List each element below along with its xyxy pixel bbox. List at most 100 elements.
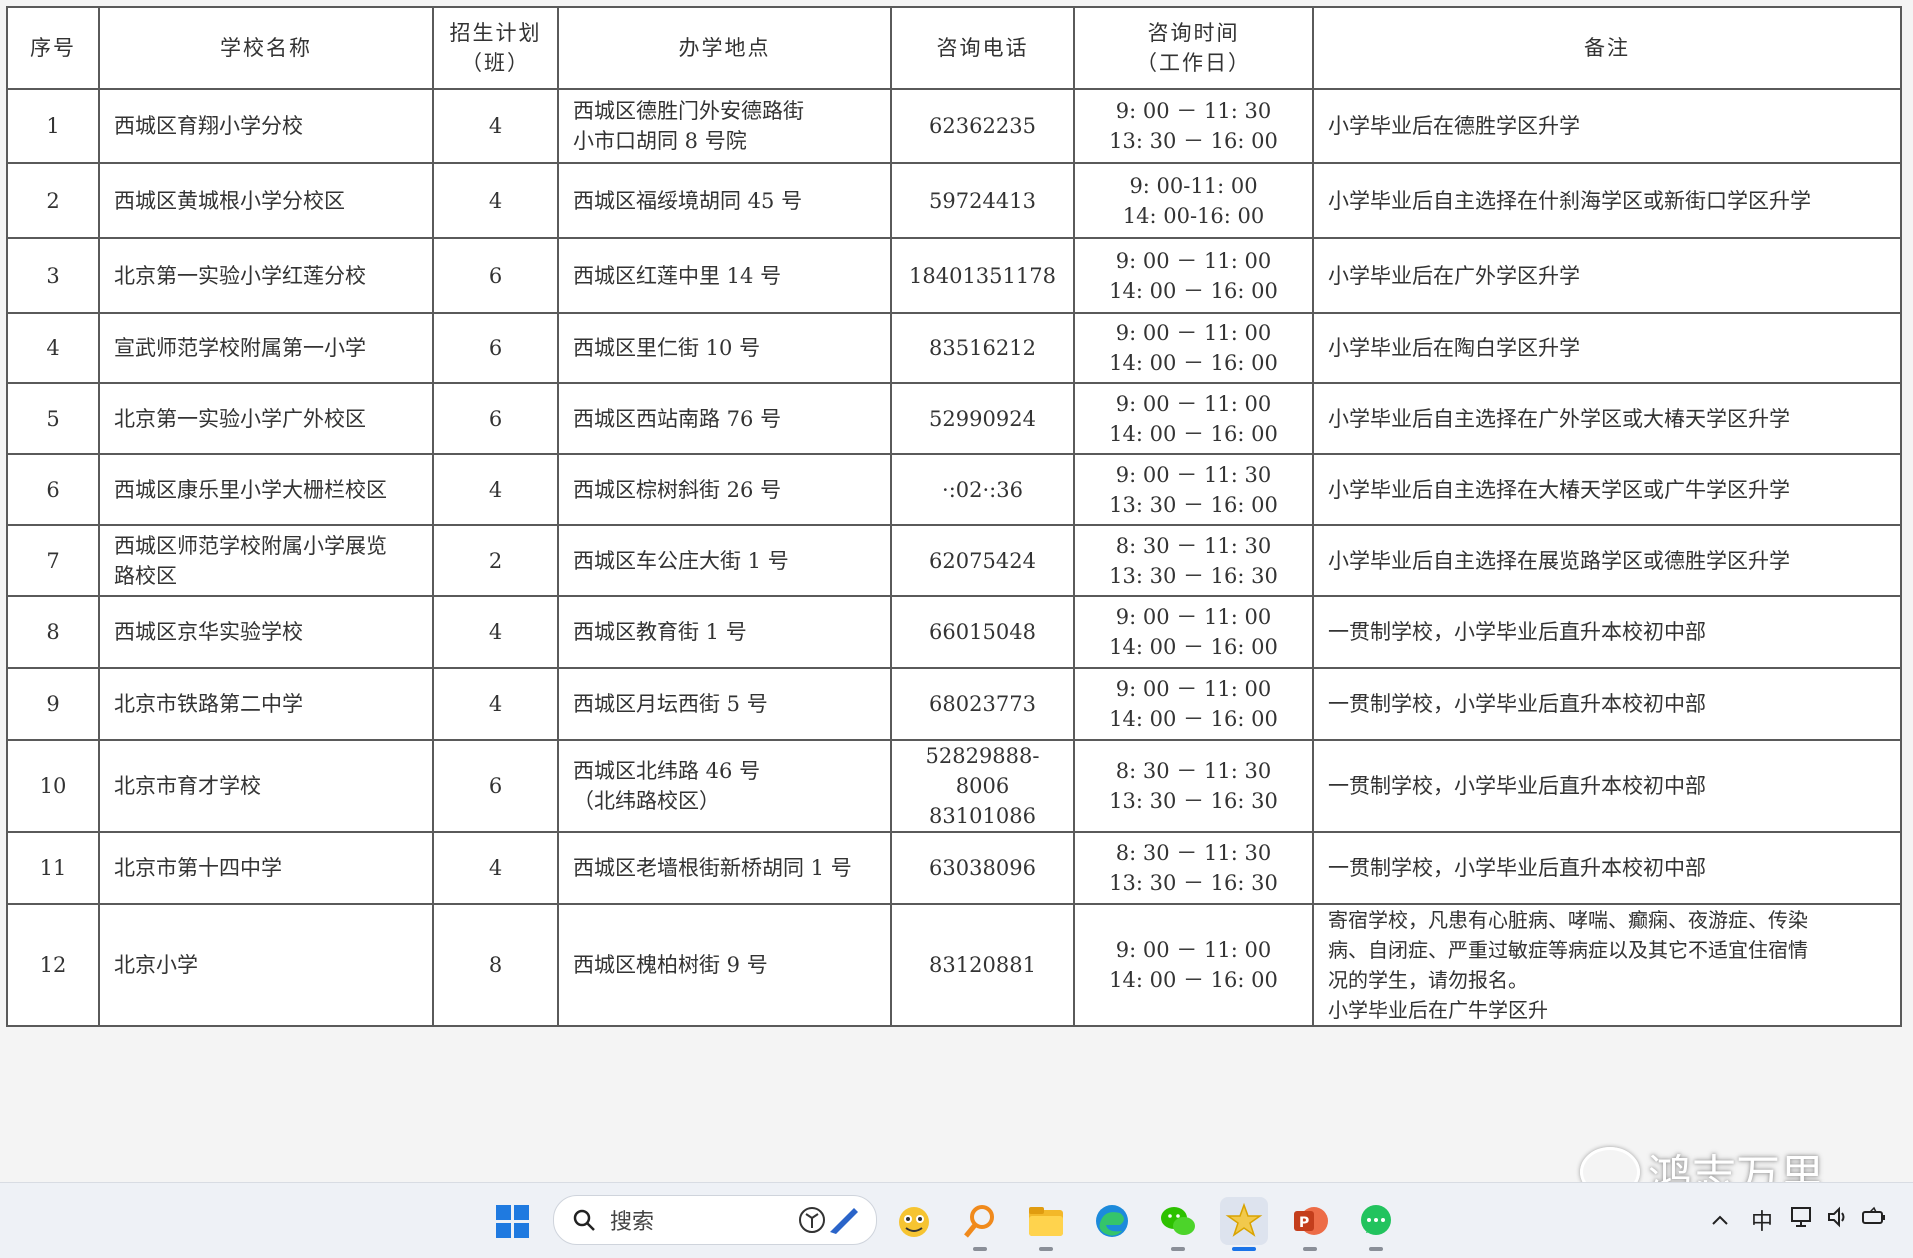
cell-time-line: 14: 00 － 16: 00	[1109, 351, 1278, 375]
table-row: 11 北京市第十四中学 4 西城区老墙根街新桥胡同 1 号 63038096 8: 30 …	[6, 831, 1902, 905]
taskbar-app-chat[interactable]	[1352, 1197, 1400, 1251]
cell-remark-line: 小学毕业后在广牛学区升	[1328, 998, 1548, 1022]
cell-time-line: 9: 00 － 11: 00	[1115, 605, 1272, 629]
cell-plan: 4	[432, 667, 559, 741]
file-explorer-icon	[1029, 1207, 1063, 1236]
cell-school-name-line: 西城区师范学校附属小学展览	[114, 533, 387, 558]
taskbar-app-star[interactable]	[1220, 1197, 1268, 1251]
network-icon[interactable]	[1784, 1206, 1820, 1234]
cell-phone-line: 83120881	[929, 953, 1036, 977]
cell-no: 1	[6, 88, 100, 164]
table-row: 6 西城区康乐里小学大栅栏校区 4 西城区棕树斜街 26 号 ·:02·:36 9: 00…	[6, 453, 1902, 526]
battery-icon[interactable]	[1856, 1206, 1892, 1234]
cell-time: 9: 00 － 11: 00 14: 00 － 16: 00	[1073, 903, 1314, 1027]
header-plan: 招生计划 （班）	[432, 6, 559, 90]
ime-indicator[interactable]: 中	[1740, 1204, 1784, 1236]
chevron-up-icon[interactable]	[1700, 1207, 1740, 1232]
header-no: 序号	[6, 6, 100, 90]
cell-remark: 一贯制学校，小学毕业后直升本校初中部	[1312, 831, 1902, 905]
cell-phone-line: 68023773	[929, 692, 1036, 716]
cell-phone-line: 62075424	[929, 548, 1036, 573]
cell-time: 9: 00 － 11: 00 14: 00 － 16: 00	[1073, 312, 1314, 384]
taskbar-app-edge[interactable]	[1088, 1197, 1136, 1245]
start-windows-icon	[495, 1204, 529, 1238]
chat-bubble-app-icon	[1361, 1205, 1391, 1235]
cell-time: 9: 00 － 11: 00 14: 00 － 16: 00	[1073, 382, 1314, 455]
cell-remark: 一贯制学校，小学毕业后直升本校初中部	[1312, 667, 1902, 741]
cell-address: 西城区月坛西街 5 号	[557, 667, 892, 741]
cell-school-name-line: 北京第一实验小学广外校区	[114, 406, 366, 431]
cell-phone: 83516212	[890, 312, 1075, 384]
cell-address-line: （北纬路校区）	[573, 789, 720, 813]
header-time-line: （工作日）	[1136, 51, 1251, 75]
table-body: 1 西城区育翔小学分校 4 西城区德胜门外安德路街 小市口胡同 8 号院 62362235…	[6, 88, 1902, 1027]
cell-time: 9: 00-11: 00 14: 00-16: 00	[1073, 162, 1314, 239]
cell-phone: 52990924	[890, 382, 1075, 455]
cell-time-line: 13: 30 － 16: 30	[1109, 563, 1278, 588]
cell-school-name: 西城区黄城根小学分校区	[98, 162, 434, 239]
cell-school-name-line: 西城区康乐里小学大栅栏校区	[114, 477, 387, 502]
cell-address-line: 西城区西站南路 76 号	[573, 406, 782, 431]
cell-address: 西城区教育街 1 号	[557, 595, 892, 669]
volume-icon[interactable]	[1820, 1206, 1856, 1234]
cell-address: 西城区德胜门外安德路街 小市口胡同 8 号院	[557, 88, 892, 164]
cell-school-name-line: 宣武师范学校附属第一小学	[114, 336, 366, 360]
star-app-icon	[1225, 1202, 1263, 1237]
cell-phone: 63038096	[890, 831, 1075, 905]
cell-phone-line: 63038096	[929, 856, 1036, 880]
taskbar-search-box[interactable]: 搜索	[553, 1195, 877, 1245]
cell-phone: 66015048	[890, 595, 1075, 669]
cell-address-line: 西城区福绥境胡同 45 号	[573, 188, 803, 213]
cell-address-line: 西城区德胜门外安德路街	[573, 99, 804, 123]
cell-plan: 2	[432, 524, 559, 597]
cell-remark-line: 一贯制学校，小学毕业后直升本校初中部	[1328, 856, 1706, 880]
cell-plan: 4	[432, 595, 559, 669]
table-row: 1 西城区育翔小学分校 4 西城区德胜门外安德路街 小市口胡同 8 号院 62362235…	[6, 88, 1902, 164]
taskbar-app-emoji[interactable]	[890, 1197, 938, 1245]
running-indicator	[1369, 1247, 1383, 1251]
cell-school-name: 西城区育翔小学分校	[98, 88, 434, 164]
table-row: 7 西城区师范学校附属小学展览 路校区 2 西城区车公庄大街 1 号 62075424 8:…	[6, 524, 1902, 597]
cell-school-name-line: 北京市育才学校	[114, 774, 261, 798]
cell-phone-line: 59724413	[929, 188, 1036, 213]
start-button[interactable]	[488, 1197, 536, 1245]
cell-address-line: 西城区棕树斜街 26 号	[573, 477, 782, 502]
cell-phone-line: 83516212	[929, 336, 1036, 360]
cell-no: 8	[6, 595, 100, 669]
cell-no: 9	[6, 667, 100, 741]
cell-time: 9: 00 － 11: 30 13: 30 － 16: 00	[1073, 88, 1314, 164]
cell-remark-line: 一贯制学校，小学毕业后直升本校初中部	[1328, 620, 1706, 644]
cell-remark-line: 小学毕业后自主选择在展览路学区或德胜学区升学	[1328, 548, 1790, 573]
cell-school-name: 北京市育才学校	[98, 739, 434, 833]
cell-school-name: 北京第一实验小学广外校区	[98, 382, 434, 455]
taskbar-app-powerpoint[interactable]: P	[1286, 1197, 1334, 1251]
cell-school-name-line: 北京市第十四中学	[114, 856, 282, 880]
taskbar: P	[0, 1182, 1913, 1258]
cell-remark: 小学毕业后自主选择在广外学区或大椿天学区升学	[1312, 382, 1902, 455]
cell-school-name: 宣武师范学校附属第一小学	[98, 312, 434, 384]
cell-remark-line: 小学毕业后在广外学区升学	[1328, 263, 1580, 288]
cell-no: 7	[6, 524, 100, 597]
cell-time: 9: 00 － 11: 30 13: 30 － 16: 00	[1073, 453, 1314, 526]
magnifier-app-icon	[964, 1205, 994, 1238]
svg-text:P: P	[1299, 1215, 1309, 1231]
watermark: 鸿志万里	[1580, 1140, 1824, 1182]
header-time: 咨询时间 （工作日）	[1073, 6, 1314, 90]
cell-remark-line: 小学毕业后自主选择在广外学区或大椿天学区升学	[1328, 406, 1790, 431]
cell-remark: 小学毕业后自主选择在大椿天学区或广牛学区升学	[1312, 453, 1902, 526]
taskbar-app-explorer[interactable]	[1022, 1197, 1070, 1251]
cell-time: 8: 30 － 11: 30 13: 30 － 16: 30	[1073, 524, 1314, 597]
cell-phone-line: 52990924	[929, 406, 1036, 431]
table-row: 5 北京第一实验小学广外校区 6 西城区西站南路 76 号 52990924 9: 00 …	[6, 382, 1902, 455]
cell-school-name: 西城区京华实验学校	[98, 595, 434, 669]
cell-phone-line: 18401351178	[909, 263, 1056, 288]
cell-school-name-line: 路校区	[114, 563, 177, 588]
cell-remark-line: 病、自闭症、严重过敏症等病症以及其它不适宜住宿情	[1328, 938, 1808, 962]
cell-no: 10	[6, 739, 100, 833]
taskbar-app-magnifier[interactable]	[956, 1197, 1004, 1251]
table-row: 10 北京市育才学校 6 西城区北纬路 46 号 （北纬路校区） 52829888-800…	[6, 739, 1902, 833]
cell-address: 西城区福绥境胡同 45 号	[557, 162, 892, 239]
taskbar-app-wechat[interactable]	[1154, 1197, 1202, 1251]
cell-address: 西城区老墙根街新桥胡同 1 号	[557, 831, 892, 905]
header-plan-line: 招生计划	[449, 21, 542, 45]
